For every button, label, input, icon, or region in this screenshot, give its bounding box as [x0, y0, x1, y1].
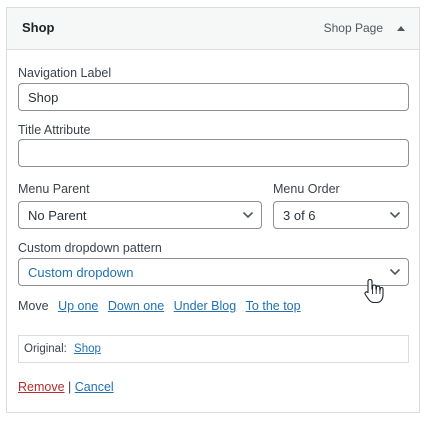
move-under-blog-link[interactable]: Under Blog — [174, 299, 237, 313]
custom-dropdown-value: Custom dropdown — [28, 265, 134, 280]
custom-dropdown-select[interactable]: Custom dropdown — [18, 258, 409, 286]
actions-separator: | — [68, 380, 72, 394]
remove-link[interactable]: Remove — [18, 380, 65, 394]
original-container: Original: Shop — [24, 343, 101, 355]
item-actions: Remove | Cancel — [18, 380, 114, 394]
chevron-down-icon — [242, 211, 254, 219]
menu-parent-label: Menu Parent — [18, 182, 90, 196]
nav-label-input[interactable] — [18, 83, 409, 111]
original-label: Original: — [24, 343, 67, 355]
menu-parent-select[interactable]: No Parent — [18, 201, 262, 229]
move-to-top-link[interactable]: To the top — [246, 299, 301, 313]
hand-pointer-cursor-icon — [364, 278, 384, 304]
menu-item-header[interactable]: Shop Shop Page — [7, 8, 419, 50]
menu-parent-value: No Parent — [28, 208, 87, 223]
move-up-one-link[interactable]: Up one — [58, 299, 98, 313]
triangle-up-icon[interactable] — [395, 23, 407, 33]
move-controls: Move Up one Down one Under Blog To the t… — [18, 299, 301, 313]
nav-label-label: Navigation Label — [18, 66, 112, 80]
menu-order-select[interactable]: 3 of 6 — [273, 201, 409, 229]
title-attribute-input[interactable] — [18, 139, 409, 167]
menu-item-settings: Shop Shop Page Navigation Label Title At… — [6, 7, 420, 413]
original-link[interactable]: Shop — [74, 343, 101, 355]
cancel-link[interactable]: Cancel — [75, 380, 114, 394]
move-label: Move — [18, 299, 49, 313]
chevron-down-icon — [389, 211, 401, 219]
menu-item-title: Shop — [22, 20, 55, 35]
menu-order-label: Menu Order — [273, 182, 340, 196]
original-link-box: Original: Shop — [18, 335, 409, 363]
custom-dropdown-label: Custom dropdown pattern — [18, 241, 162, 255]
move-down-one-link[interactable]: Down one — [108, 299, 164, 313]
title-attribute-label: Title Attribute — [18, 123, 91, 137]
menu-order-value: 3 of 6 — [283, 208, 316, 223]
menu-item-type: Shop Page — [323, 21, 383, 35]
chevron-down-icon — [389, 268, 401, 276]
